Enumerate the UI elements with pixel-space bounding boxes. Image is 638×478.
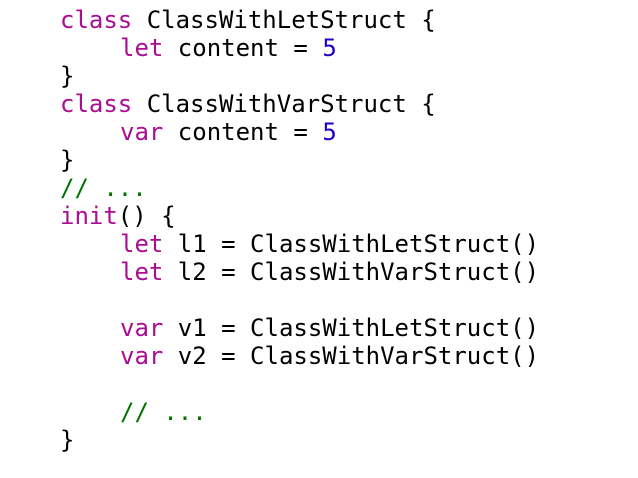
code-keyword: class xyxy=(60,90,133,118)
code-keyword: var xyxy=(120,118,164,146)
code-line: class ClassWithLetStruct { xyxy=(60,6,539,34)
code-comment: // ... xyxy=(120,398,207,426)
code-line: let l1 = ClassWithLetStruct() xyxy=(60,230,539,258)
code-keyword: let xyxy=(120,34,164,62)
code-line: let l2 = ClassWithVarStruct() xyxy=(60,258,539,286)
code-line: } xyxy=(60,426,539,454)
code-text: v2 = ClassWithVarStruct() xyxy=(163,342,540,370)
code-text: } xyxy=(60,146,75,174)
code-text: () { xyxy=(117,202,176,230)
code-text: content = xyxy=(163,118,323,146)
code-line: var v2 = ClassWithVarStruct() xyxy=(60,342,539,370)
code-view: class ClassWithLetStruct {let content = … xyxy=(60,6,539,454)
code-text: } xyxy=(60,426,75,454)
code-keyword: let xyxy=(120,258,164,286)
code-keyword: let xyxy=(120,230,164,258)
code-keyword: init xyxy=(60,202,118,230)
code-line: init() { xyxy=(60,202,539,230)
code-text: l2 = ClassWithVarStruct() xyxy=(163,258,540,286)
code-number: 5 xyxy=(322,34,337,62)
code-line: // ... xyxy=(60,398,539,426)
code-line: // ... xyxy=(60,174,539,202)
code-line: var content = 5 xyxy=(60,118,539,146)
code-line: var v1 = ClassWithLetStruct() xyxy=(60,314,539,342)
code-keyword: var xyxy=(120,314,164,342)
code-line: let content = 5 xyxy=(60,34,539,62)
code-number: 5 xyxy=(322,118,337,146)
code-line: } xyxy=(60,62,539,90)
code-text: ClassWithVarStruct { xyxy=(132,90,436,118)
code-text: l1 = ClassWithLetStruct() xyxy=(163,230,540,258)
code-comment: // ... xyxy=(60,174,147,202)
code-line: } xyxy=(60,146,539,174)
code-text: ClassWithLetStruct { xyxy=(132,6,436,34)
code-text: content = xyxy=(163,34,323,62)
code-keyword: var xyxy=(120,342,164,370)
code-line: class ClassWithVarStruct { xyxy=(60,90,539,118)
code-text: } xyxy=(60,62,75,90)
code-text: v1 = ClassWithLetStruct() xyxy=(163,314,540,342)
code-keyword: class xyxy=(60,6,133,34)
